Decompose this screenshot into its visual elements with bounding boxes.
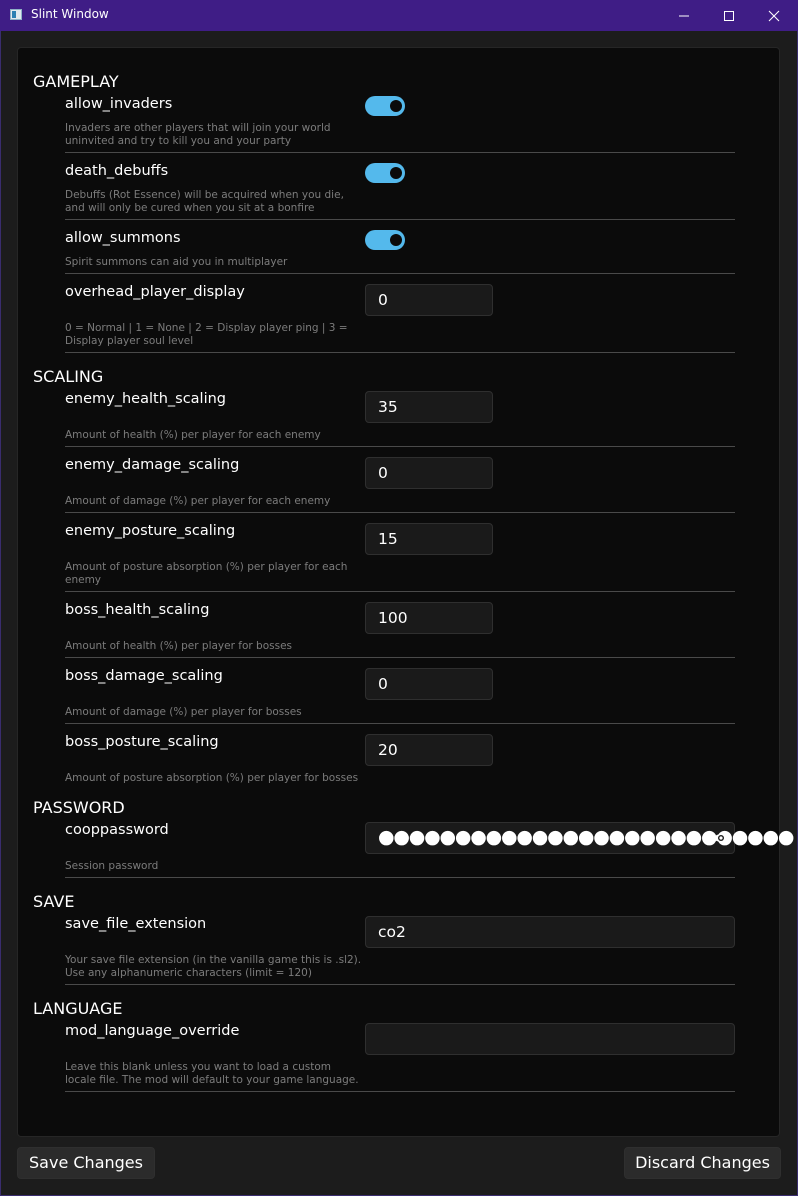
- divider: [65, 1091, 735, 1092]
- maximize-icon: [724, 11, 734, 21]
- description-line: enemy: [65, 574, 102, 586]
- toggle-knob: [390, 234, 402, 246]
- divider: [65, 723, 735, 724]
- cooppassword-label: cooppassword: [65, 822, 169, 838]
- boss-damage-scaling-description: Amount of damage (%) per player for boss…: [65, 706, 365, 719]
- enemy-health-scaling-label: enemy_health_scaling: [65, 391, 227, 407]
- description-line: and will only be cured when you sit at a…: [65, 202, 315, 214]
- divider: [65, 591, 735, 592]
- cooppassword-input[interactable]: ●●●●●●●●●●●●●●●●●●●●●●●●●●●: [365, 822, 794, 854]
- death-debuffs-description: Debuffs (Rot Essence) will be acquired w…: [65, 189, 365, 215]
- section-gameplay: GAMEPLAY: [33, 72, 119, 91]
- boss-posture-scaling-label: boss_posture_scaling: [65, 734, 219, 750]
- allow-invaders-description: Invaders are other players that will joi…: [65, 122, 365, 148]
- description-line: 0 = Normal | 1 = None | 2 = Display play…: [65, 322, 348, 334]
- save-file-extension-label: save_file_extension: [65, 916, 207, 932]
- mod-language-override-description: Leave this blank unless you want to load…: [65, 1061, 365, 1087]
- title-bar[interactable]: Slint Window: [0, 0, 798, 31]
- boss-health-scaling-description: Amount of health (%) per player for boss…: [65, 640, 365, 653]
- divider: [65, 446, 735, 447]
- mod-language-override-input[interactable]: [365, 1023, 735, 1055]
- section-language: LANGUAGE: [33, 999, 123, 1018]
- enemy-damage-scaling-input[interactable]: 0: [365, 457, 493, 489]
- discard-changes-button[interactable]: Discard Changes: [624, 1147, 781, 1179]
- description-line: uninvited and try to kill you and your p…: [65, 135, 292, 147]
- allow-summons-toggle[interactable]: [365, 230, 405, 250]
- boss-health-scaling-input[interactable]: 100: [365, 602, 493, 634]
- allow-invaders-toggle[interactable]: [365, 96, 405, 116]
- close-button[interactable]: [751, 0, 797, 31]
- description-line: Amount of damage (%) per player for boss…: [65, 706, 302, 718]
- section-save: SAVE: [33, 892, 75, 911]
- description-line: Debuffs (Rot Essence) will be acquired w…: [65, 189, 344, 201]
- overhead-player-display-description: 0 = Normal | 1 = None | 2 = Display play…: [65, 322, 365, 348]
- allow-invaders-label: allow_invaders: [65, 96, 173, 112]
- enemy-health-scaling-input[interactable]: 35: [365, 391, 493, 423]
- save-file-extension-description: Your save file extension (in the vanilla…: [65, 954, 365, 980]
- description-line: Leave this blank unless you want to load…: [65, 1061, 331, 1073]
- toggle-knob: [390, 100, 402, 112]
- overhead-player-display-label: overhead_player_display: [65, 284, 245, 300]
- boss-posture-scaling-input[interactable]: 20: [365, 734, 493, 766]
- enemy-posture-scaling-input[interactable]: 15: [365, 523, 493, 555]
- boss-damage-scaling-input[interactable]: 0: [365, 668, 493, 700]
- description-line: locale file. The mod will default to you…: [65, 1074, 359, 1086]
- enemy-health-scaling-description: Amount of health (%) per player for each…: [65, 429, 365, 442]
- divider: [65, 877, 735, 878]
- save-file-extension-input[interactable]: co2: [365, 916, 735, 948]
- section-password: PASSWORD: [33, 798, 125, 817]
- description-line: Amount of damage (%) per player for each…: [65, 495, 331, 507]
- description-line: Your save file extension (in the vanilla…: [65, 954, 362, 966]
- death-debuffs-label: death_debuffs: [65, 163, 169, 179]
- save-changes-button[interactable]: Save Changes: [17, 1147, 155, 1179]
- divider: [65, 984, 735, 985]
- description-line: Invaders are other players that will joi…: [65, 122, 331, 134]
- divider: [65, 152, 735, 153]
- minimize-icon: [679, 15, 689, 17]
- divider: [65, 512, 735, 513]
- allow-summons-label: allow_summons: [65, 230, 181, 246]
- description-line: Amount of health (%) per player for boss…: [65, 640, 293, 652]
- mod-language-override-label: mod_language_override: [65, 1023, 240, 1039]
- divider: [65, 657, 735, 658]
- enemy-damage-scaling-label: enemy_damage_scaling: [65, 457, 240, 473]
- eye-icon[interactable]: [712, 831, 730, 845]
- divider: [65, 273, 735, 274]
- maximize-button[interactable]: [706, 0, 752, 31]
- description-line: Use any alphanumeric characters (limit =…: [65, 967, 312, 979]
- description-line: Display player soul level: [65, 335, 194, 347]
- boss-posture-scaling-description: Amount of posture absorption (%) per pla…: [65, 772, 365, 785]
- close-icon: [768, 10, 780, 22]
- window-title: Slint Window: [31, 7, 109, 21]
- cooppassword-description: Session password: [65, 860, 365, 873]
- allow-summons-description: Spirit summons can aid you in multiplaye…: [65, 256, 365, 269]
- boss-health-scaling-label: boss_health_scaling: [65, 602, 210, 618]
- minimize-button[interactable]: [661, 0, 707, 31]
- toggle-knob: [390, 167, 402, 179]
- divider: [65, 219, 735, 220]
- password-mask: ●●●●●●●●●●●●●●●●●●●●●●●●●●●: [378, 826, 794, 848]
- description-line: Session password: [65, 860, 159, 872]
- description-line: Spirit summons can aid you in multiplaye…: [65, 256, 288, 268]
- enemy-damage-scaling-description: Amount of damage (%) per player for each…: [65, 495, 365, 508]
- boss-damage-scaling-label: boss_damage_scaling: [65, 668, 223, 684]
- description-line: Amount of health (%) per player for each…: [65, 429, 321, 441]
- enemy-posture-scaling-label: enemy_posture_scaling: [65, 523, 236, 539]
- description-line: Amount of posture absorption (%) per pla…: [65, 772, 359, 784]
- section-scaling: SCALING: [33, 367, 104, 386]
- enemy-posture-scaling-description: Amount of posture absorption (%) per pla…: [65, 561, 365, 587]
- divider: [65, 352, 735, 353]
- description-line: Amount of posture absorption (%) per pla…: [65, 561, 348, 573]
- app-icon: [10, 9, 22, 20]
- overhead-player-display-input[interactable]: 0: [365, 284, 493, 316]
- death-debuffs-toggle[interactable]: [365, 163, 405, 183]
